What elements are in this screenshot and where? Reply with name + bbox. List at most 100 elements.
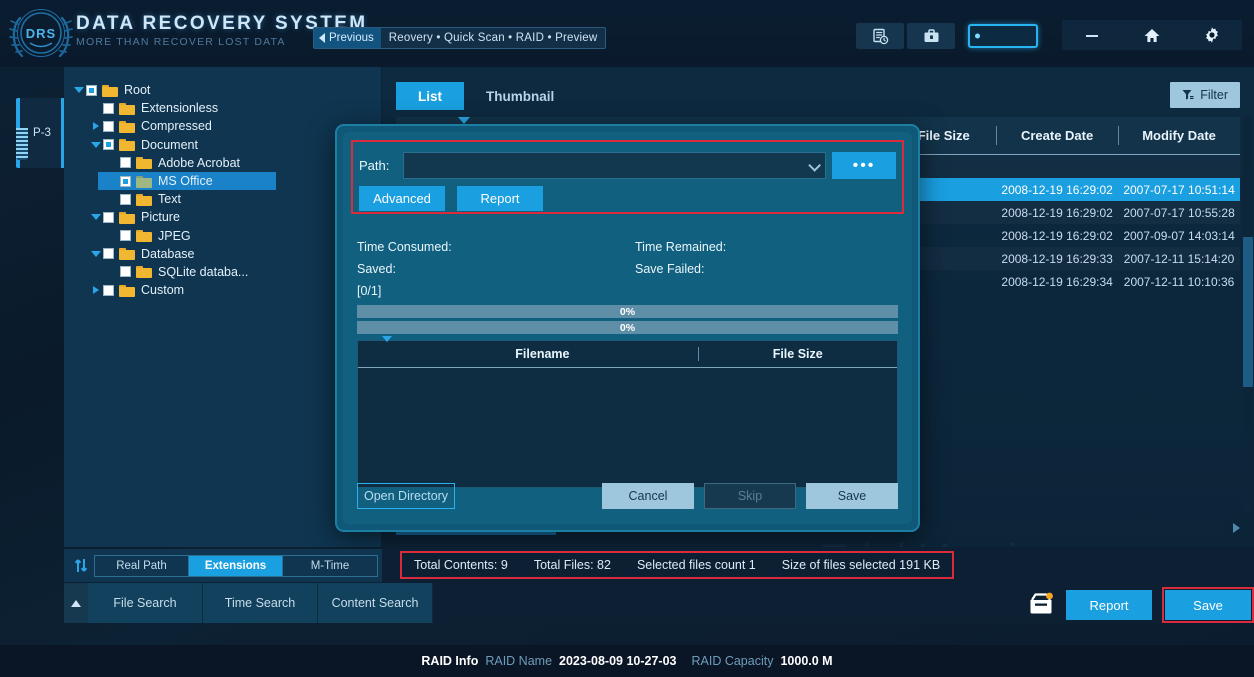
mode-tab-group[interactable]: Real Path Extensions M-Time: [94, 554, 378, 577]
mode-tab-extensions[interactable]: Extensions: [189, 555, 283, 576]
scroll-right-arrow-icon[interactable]: [1233, 523, 1240, 533]
tree-checkbox[interactable]: [120, 175, 131, 187]
save-dialog[interactable]: Path: ••• Advanced Report Time Consumed:…: [335, 124, 920, 532]
tree-checkbox[interactable]: [103, 102, 114, 114]
tree-checkbox[interactable]: [86, 84, 97, 96]
breadcrumb-path: Reovery • Quick Scan • RAID • Preview: [380, 28, 606, 48]
time-consumed-line: Time Consumed: Time Remained:: [357, 236, 898, 258]
tree-item[interactable]: Picture: [64, 208, 381, 226]
tree-checkbox[interactable]: [103, 211, 114, 223]
mode-tab-mtime[interactable]: M-Time: [283, 556, 377, 576]
tree-item[interactable]: Extensionless: [64, 99, 381, 117]
report-log-icon: [872, 28, 888, 44]
save-button[interactable]: Save: [1165, 590, 1251, 620]
tree-item[interactable]: MS Office: [98, 171, 276, 191]
tree-item-label: JPEG: [158, 228, 191, 243]
toolbox-button[interactable]: [907, 23, 955, 49]
tree-checkbox[interactable]: [120, 193, 131, 205]
cell-modify-date: 2007-12-11 10:10:36: [1123, 274, 1235, 289]
cancel-button[interactable]: Cancel: [602, 483, 694, 509]
tree-item[interactable]: Adobe Acrobat: [64, 154, 381, 172]
previous-button[interactable]: Previous: [314, 28, 381, 48]
folder-icon: [119, 284, 135, 297]
tree-item-label: Document: [141, 137, 198, 152]
current-progress-value: 0%: [619, 321, 636, 334]
tree-checkbox[interactable]: [120, 157, 131, 169]
browse-button[interactable]: •••: [832, 152, 896, 179]
cell-create-date: 2008-12-19 16:29:02: [1001, 228, 1113, 243]
settings-button[interactable]: [1190, 20, 1234, 50]
dialog-column-header[interactable]: Filename: [386, 341, 698, 367]
toolbox-icon: [924, 29, 938, 42]
breadcrumb[interactable]: Previous Reovery • Quick Scan • RAID • P…: [313, 27, 607, 49]
tree-item[interactable]: Database: [64, 245, 381, 263]
tree-item[interactable]: Compressed: [64, 117, 381, 135]
gear-icon: [1206, 27, 1218, 43]
report-log-button[interactable]: [856, 23, 904, 49]
selected-count-label: Selected files count 1: [636, 558, 756, 572]
dialog-action-buttons: Cancel Skip Save: [602, 483, 898, 509]
tree-checkbox[interactable]: [103, 139, 114, 151]
filter-label: Filter: [1200, 88, 1228, 102]
partition-tab-p3[interactable]: P-3: [16, 98, 64, 168]
expand-arrow-open-icon[interactable]: [89, 250, 103, 257]
cell-create-date: 2008-12-19 16:29:33: [1001, 251, 1113, 266]
open-directory-button[interactable]: Open Directory: [357, 483, 456, 509]
tree-item[interactable]: SQLite databa...: [64, 263, 381, 281]
path-input[interactable]: [403, 152, 826, 179]
tree-item[interactable]: Custom: [64, 281, 381, 299]
search-tab-group: File Search Time Search Content Search: [64, 583, 433, 623]
dialog-footer: Open Directory Cancel Skip Save: [357, 483, 898, 510]
dialog-report-button[interactable]: Report: [457, 186, 543, 211]
dialog-save-button[interactable]: Save: [806, 483, 898, 509]
column-header[interactable]: Create Date: [996, 117, 1118, 154]
tree-item[interactable]: JPEG: [64, 227, 381, 245]
collapse-panel-button[interactable]: [64, 583, 88, 623]
view-tabs[interactable]: List Thumbnail: [396, 82, 576, 110]
progress-indicator[interactable]: [968, 24, 1038, 48]
mode-tab-real-path[interactable]: Real Path: [95, 555, 189, 576]
tree-checkbox[interactable]: [103, 120, 114, 132]
folder-icon: [119, 211, 135, 224]
tab-content-search[interactable]: Content Search: [318, 583, 433, 623]
tree-item[interactable]: Text: [64, 190, 381, 208]
expand-arrow-closed-icon[interactable]: [89, 122, 103, 131]
tab-file-search[interactable]: File Search: [88, 583, 203, 623]
scroll-thumb[interactable]: [1243, 237, 1253, 387]
tree-checkbox[interactable]: [103, 248, 114, 260]
tab-list[interactable]: List: [396, 82, 465, 110]
updown-arrows-icon: [74, 559, 88, 572]
tree-checkbox[interactable]: [103, 284, 114, 296]
column-header[interactable]: Modify Date: [1118, 117, 1240, 154]
dialog-file-list[interactable]: Filename File Size: [357, 336, 898, 488]
tab-time-search[interactable]: Time Search: [203, 583, 318, 623]
tree-item[interactable]: Root: [64, 81, 381, 99]
home-button[interactable]: [1130, 20, 1174, 50]
expand-arrow-open-icon[interactable]: [89, 214, 103, 221]
tree-item[interactable]: Document: [64, 136, 381, 154]
tree-checkbox[interactable]: [120, 266, 131, 278]
inbox-tray-icon: [1030, 592, 1053, 614]
advanced-button[interactable]: Advanced: [359, 186, 445, 211]
tab-thumbnail[interactable]: Thumbnail: [464, 82, 576, 110]
dialog-column-header[interactable]: File Size: [698, 341, 897, 367]
time-consumed-label: Time Consumed:: [357, 240, 452, 254]
notifications-button[interactable]: [1026, 592, 1056, 618]
total-contents-label: Total Contents: 9: [414, 558, 508, 572]
cell-modify-date: 2007-07-17 10:55:28: [1123, 205, 1235, 220]
expand-arrow-open-icon[interactable]: [72, 87, 86, 94]
action-bar: File Search Time Search Content Search R…: [64, 583, 1254, 623]
sort-toggle-button[interactable]: [72, 558, 90, 573]
funnel-icon: [1182, 90, 1194, 100]
minimize-button[interactable]: [1070, 20, 1114, 50]
tree-item-label: Root: [124, 83, 151, 98]
expand-arrow-open-icon[interactable]: [89, 141, 103, 148]
tree-checkbox[interactable]: [120, 230, 131, 242]
filter-button[interactable]: Filter: [1170, 82, 1240, 108]
grid-vertical-scrollbar[interactable]: [1243, 117, 1253, 517]
chevron-down-icon[interactable]: [808, 159, 821, 172]
tree-item-label: MS Office: [158, 174, 213, 189]
file-counter: [0/1]: [357, 284, 382, 298]
expand-arrow-closed-icon[interactable]: [89, 286, 103, 295]
report-button[interactable]: Report: [1066, 590, 1152, 620]
